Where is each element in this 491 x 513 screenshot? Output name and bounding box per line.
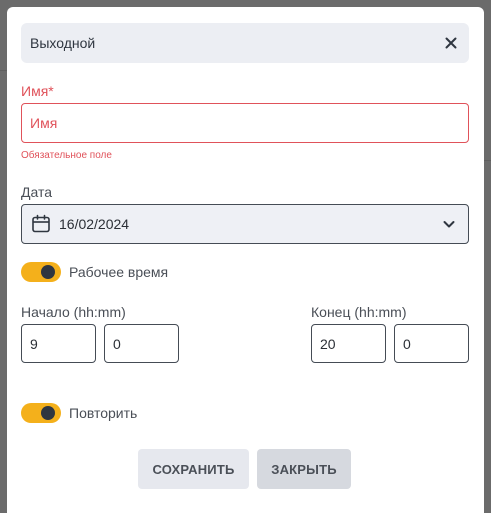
repeat-label: Повторить: [69, 405, 138, 421]
name-label: Имя*: [21, 83, 54, 99]
name-field[interactable]: Имя: [21, 103, 469, 143]
date-value: 16/02/2024: [59, 216, 130, 232]
start-time-label: Начало (hh:mm): [21, 304, 126, 320]
start-minutes-input[interactable]: 0: [104, 324, 179, 363]
dialog-title: Выходной: [30, 35, 96, 51]
end-minutes-value: 0: [403, 335, 411, 352]
calendar-icon: [31, 214, 51, 234]
save-button[interactable]: СОХРАНИТЬ: [138, 449, 249, 489]
start-hours-value: 9: [30, 335, 38, 352]
date-select[interactable]: 16/02/2024: [21, 204, 469, 244]
start-minutes-value: 0: [113, 335, 121, 352]
work-time-toggle[interactable]: [21, 262, 61, 282]
day-off-dialog: Выходной Имя* Имя Обязательное поле Дата…: [7, 7, 484, 513]
chevron-down-icon[interactable]: [442, 217, 456, 231]
date-label: Дата: [21, 184, 53, 200]
start-hours-input[interactable]: 9: [21, 324, 96, 363]
repeat-toggle[interactable]: [21, 403, 61, 423]
end-hours-value: 20: [320, 335, 336, 352]
close-button[interactable]: ЗАКРЫТЬ: [257, 449, 351, 489]
name-placeholder: Имя: [30, 115, 58, 131]
end-time-label: Конец (hh:mm): [311, 304, 407, 320]
toggle-knob: [41, 406, 55, 420]
end-minutes-input[interactable]: 0: [394, 324, 469, 363]
backdrop-line: [484, 160, 491, 161]
dialog-header: Выходной: [21, 23, 469, 63]
work-time-label: Рабочее время: [69, 264, 169, 280]
end-hours-input[interactable]: 20: [311, 324, 386, 363]
backdrop-line: [0, 70, 7, 71]
close-icon[interactable]: [441, 33, 461, 53]
name-error-text: Обязательное поле: [21, 150, 112, 161]
toggle-knob: [41, 265, 55, 279]
